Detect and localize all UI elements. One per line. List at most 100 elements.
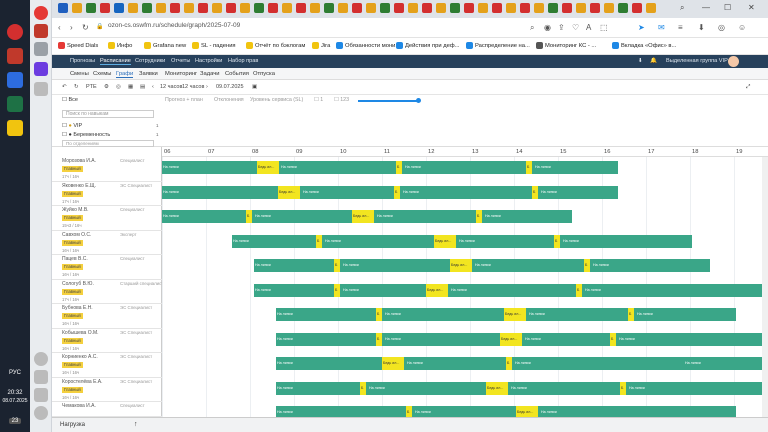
work-segment[interactable]: На линии [276, 357, 382, 370]
folder-icon[interactable] [7, 120, 23, 136]
download-icon[interactable]: ⬇ [638, 58, 643, 64]
work-segment[interactable]: На линии [562, 235, 692, 248]
work-segment[interactable]: На линии [254, 259, 334, 272]
break-segment[interactable]: Б [360, 381, 366, 395]
tab-icon[interactable] [618, 3, 628, 13]
break-segment[interactable]: Б [396, 161, 402, 174]
maximize-icon[interactable]: ☐ [724, 3, 731, 12]
tab-vacations[interactable]: Отпуска [253, 71, 275, 77]
shift-bar[interactable]: На линии Бедь ил... На линии Б На линии … [162, 161, 618, 174]
work-segment[interactable]: На линии [276, 382, 360, 395]
outlook-icon[interactable] [7, 72, 23, 88]
tab-monitoring[interactable]: Мониторинг [165, 71, 197, 77]
work-segment[interactable]: На линии [342, 284, 426, 297]
work-segment[interactable]: На линии [254, 210, 352, 223]
break-segment[interactable]: Б [584, 259, 590, 272]
tab-icon[interactable] [156, 3, 166, 13]
shift-bar[interactable]: На линии Б На линии Бедь ил... На линии … [232, 234, 692, 248]
work-segment[interactable]: На линии [484, 210, 572, 223]
work-segment[interactable]: На линии [376, 210, 476, 223]
tab-schemes[interactable]: Схемы [93, 71, 111, 77]
work-segment[interactable]: На линии [384, 308, 504, 321]
vertical-scrollbar[interactable] [762, 157, 768, 417]
nav-schedule[interactable]: Расписание [100, 58, 131, 65]
work-segment[interactable]: На линии [528, 308, 628, 321]
work-segment[interactable]: На линии [636, 308, 736, 321]
tab-graphs[interactable]: Графи [116, 71, 134, 78]
tab-icon[interactable] [254, 3, 264, 13]
chart-icon[interactable]: ▦ [128, 84, 133, 90]
zoom-slider-thumb[interactable] [416, 98, 421, 103]
break-segment[interactable]: Б [334, 283, 340, 297]
clock-time[interactable]: 20:32 [0, 390, 30, 396]
tab-icon[interactable] [142, 3, 152, 13]
reload-icon[interactable]: ↻ [82, 23, 89, 32]
break-segment[interactable]: Б [394, 185, 400, 199]
employee-row[interactable]: Бубнова Е.Н. ЭС Специалист Главный 16ч /… [52, 304, 162, 329]
work-segment[interactable]: На линии [514, 357, 684, 370]
shift-bar[interactable]: На линии Б На линии Бедь ил... На линии … [276, 381, 762, 395]
shift-bar[interactable]: На линии Б На линии Бедь ил... На линии … [162, 210, 572, 223]
work-segment[interactable]: На линии [592, 259, 710, 272]
work-segment[interactable]: На линии [162, 210, 246, 223]
break-segment[interactable]: Б [406, 406, 412, 417]
sort-select[interactable]: По отделениям [62, 140, 154, 147]
telegram-icon[interactable]: ➤ [638, 23, 645, 32]
break-segment[interactable]: Б [532, 185, 538, 199]
bookmark-item[interactable]: Grafana new [144, 42, 186, 49]
search-icon[interactable]: ⌕ [530, 23, 534, 33]
extra-segment[interactable]: Бедь ил... [450, 259, 472, 272]
employee-row[interactable]: Жуйко М.В. Специалист Главный 15ч3 / 16ч [52, 206, 162, 231]
toggle-deviations[interactable]: Отклонения [214, 97, 244, 103]
break-segment[interactable]: Б [554, 234, 560, 248]
print-icon[interactable]: ▤ [140, 84, 145, 90]
tab-icon[interactable] [646, 3, 656, 13]
work-segment[interactable]: На линии [540, 186, 618, 199]
tab-icon[interactable] [198, 3, 208, 13]
translate-icon[interactable]: A [586, 23, 591, 32]
close-icon[interactable]: ✕ [748, 3, 755, 12]
tab-icon[interactable] [352, 3, 362, 13]
employee-row[interactable]: Савхом О.С. Эксперт Главный 16ч / 16ч [52, 231, 162, 255]
work-segment[interactable]: На линии [524, 333, 610, 346]
tab-icon[interactable] [212, 3, 222, 13]
rocket-icon[interactable] [34, 42, 48, 56]
extra-segment[interactable]: Бедь ил... [434, 234, 456, 248]
minimize-icon[interactable]: — [702, 3, 710, 12]
fullscreen-icon[interactable]: ⤢ [746, 84, 750, 91]
bookmark-item[interactable]: Действия при деф... [396, 42, 459, 49]
expand-icon[interactable]: ↑ [134, 421, 138, 428]
opera-icon[interactable] [7, 24, 23, 40]
employee-row[interactable]: Сологуб В.Ю. Старший специалист Главный … [52, 280, 163, 304]
work-segment[interactable]: На линии [628, 382, 762, 395]
calendar-icon[interactable]: ▣ [252, 84, 257, 90]
tab-icon[interactable] [394, 3, 404, 13]
work-segment[interactable]: На линии [458, 235, 554, 248]
employee-row[interactable]: Кобышева О.М. ЭС Специалист Главный 16ч … [52, 329, 162, 353]
bell-icon[interactable]: 🔔 [650, 58, 657, 64]
work-segment[interactable]: На линии [162, 186, 278, 199]
undo-icon[interactable]: ↶ [62, 84, 67, 90]
employee-row[interactable]: Морозова И.А. Специалист Главный 17ч / 1… [52, 157, 162, 182]
work-segment[interactable]: На линии [276, 406, 406, 417]
url-field[interactable]: ozon-cs.oswfm.ru/schedule/graph/2025-07-… [108, 22, 240, 29]
workspace-icon[interactable] [34, 62, 48, 76]
employee-row[interactable]: Чемакова И.А. Специалист [52, 402, 162, 417]
break-segment[interactable]: Б [376, 332, 382, 346]
work-segment[interactable]: На линии [384, 333, 500, 346]
break-segment[interactable]: Б [576, 283, 582, 297]
bookmark-item[interactable]: Распределение на... [466, 42, 530, 49]
bookmark-icon[interactable]: ♡ [572, 23, 579, 32]
tab-icon[interactable] [464, 3, 474, 13]
work-segment[interactable]: На линии [684, 357, 762, 370]
work-segment[interactable]: На линии [342, 259, 450, 272]
workspace-label[interactable]: Выделенная группа VIP [666, 58, 728, 64]
all-checkbox[interactable]: ☐ Все [62, 97, 78, 103]
work-segment[interactable]: На линии [162, 161, 252, 174]
tab-icon[interactable] [478, 3, 488, 13]
tab-icon[interactable] [184, 3, 194, 13]
interval-select-1[interactable]: 12 часов [160, 84, 182, 90]
tab-shifts[interactable]: Смены [70, 71, 89, 77]
forward-icon[interactable]: › [70, 23, 73, 32]
tab-icon[interactable] [310, 3, 320, 13]
